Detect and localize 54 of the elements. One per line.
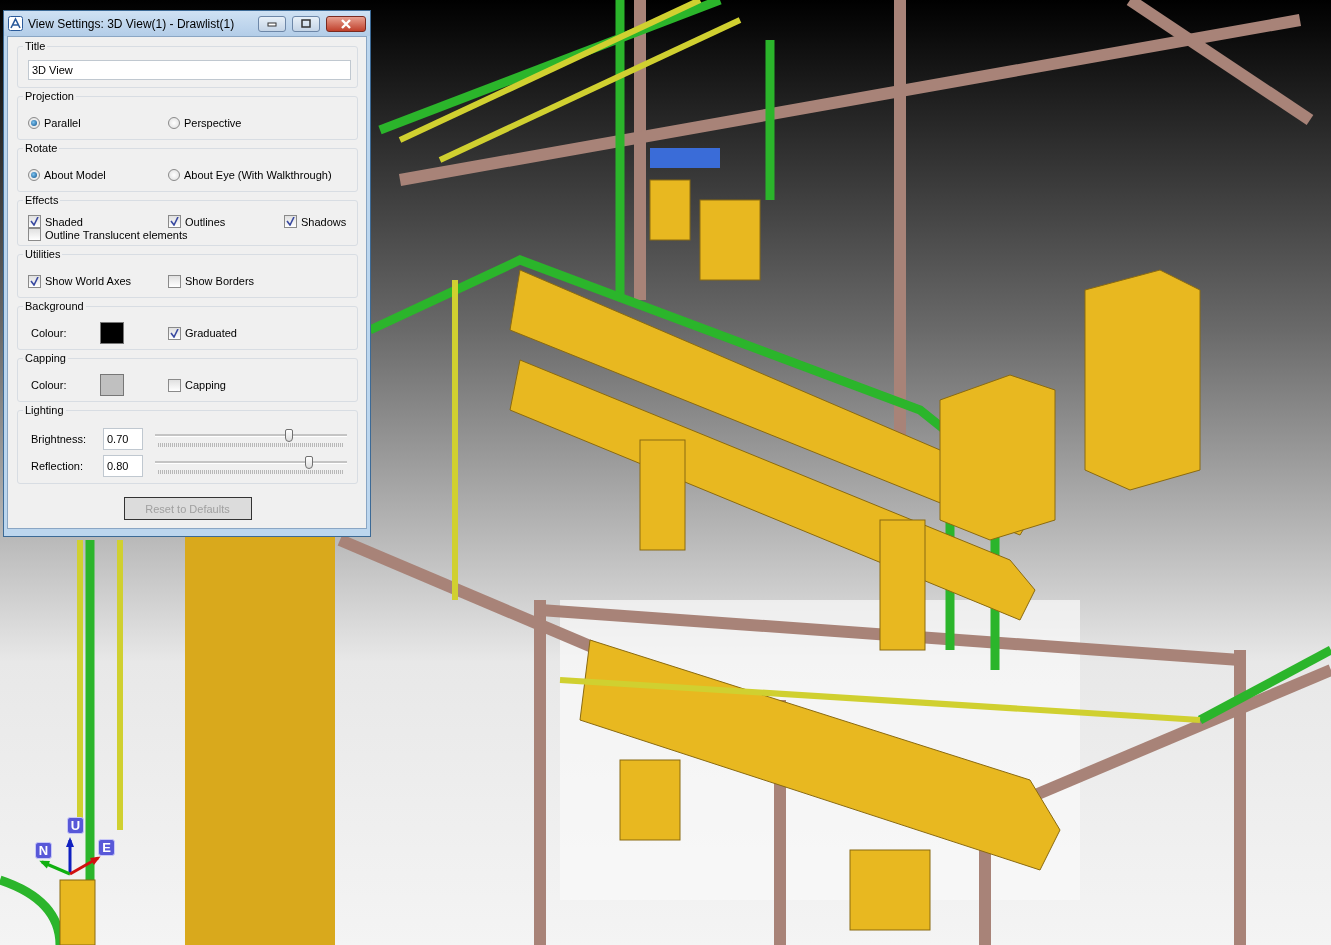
close-button[interactable] (326, 15, 366, 32)
colour-label: Colour: (31, 379, 67, 391)
close-icon (340, 18, 352, 29)
app-logo-icon (8, 16, 23, 31)
axis-label: N (35, 842, 52, 859)
option-label: Shaded (45, 215, 83, 228)
group-label: Utilities (23, 248, 63, 260)
option-label: Capping (185, 379, 226, 391)
radio-button[interactable] (28, 169, 40, 181)
axis-label: U (67, 817, 84, 834)
group-label: Effects (23, 194, 61, 206)
option-label: Graduated (185, 327, 237, 339)
value-field[interactable]: 0.70 (103, 427, 143, 450)
checkbox[interactable] (168, 378, 181, 392)
colour-label: Colour: (31, 327, 67, 339)
checkbox[interactable] (168, 215, 181, 228)
option-label: Show Borders (185, 275, 255, 287)
slider-label: Brightness: (31, 432, 88, 445)
group-label: Capping (23, 352, 68, 364)
checkbox[interactable] (284, 215, 297, 228)
option-label: About Model (44, 169, 106, 181)
checkbox[interactable] (28, 215, 41, 228)
maximize-button[interactable] (292, 15, 320, 32)
group-label: Title (23, 40, 48, 52)
axis-label: E (98, 839, 115, 856)
group-label: Background (23, 300, 86, 312)
radio-button[interactable] (168, 117, 180, 129)
group-label: Rotate (23, 142, 60, 154)
maximize-icon (301, 19, 311, 28)
checkbox[interactable] (28, 274, 41, 288)
minimize-button[interactable] (258, 15, 286, 32)
window-title: View Settings: 3D View(1) - Drawlist(1) (28, 16, 236, 31)
group-label: Lighting (23, 404, 66, 416)
value-field[interactable]: 0.80 (103, 454, 143, 477)
colour-swatch[interactable] (100, 374, 125, 396)
option-label: Perspective (184, 117, 242, 129)
option-label: Outline Translucent elements (45, 228, 188, 241)
group-label: Projection (23, 90, 76, 102)
option-label: Show World Axes (45, 275, 131, 287)
checkbox[interactable] (168, 326, 181, 340)
slider-label: Reflection: (31, 459, 84, 472)
option-label: Outlines (185, 215, 226, 228)
checkbox[interactable] (168, 274, 181, 288)
option-label: Shadows (301, 215, 347, 228)
option-label: About Eye (With Walkthrough) (184, 169, 332, 181)
radio-button[interactable] (168, 169, 180, 181)
colour-swatch[interactable] (100, 322, 125, 344)
option-label: Parallel (44, 117, 81, 129)
slider-thumb[interactable] (285, 428, 294, 442)
slider-thumb[interactable] (304, 455, 313, 469)
title-field[interactable]: 3D View (28, 60, 351, 80)
minimize-icon (267, 20, 277, 27)
checkbox[interactable] (28, 228, 41, 241)
radio-button[interactable] (28, 117, 40, 129)
